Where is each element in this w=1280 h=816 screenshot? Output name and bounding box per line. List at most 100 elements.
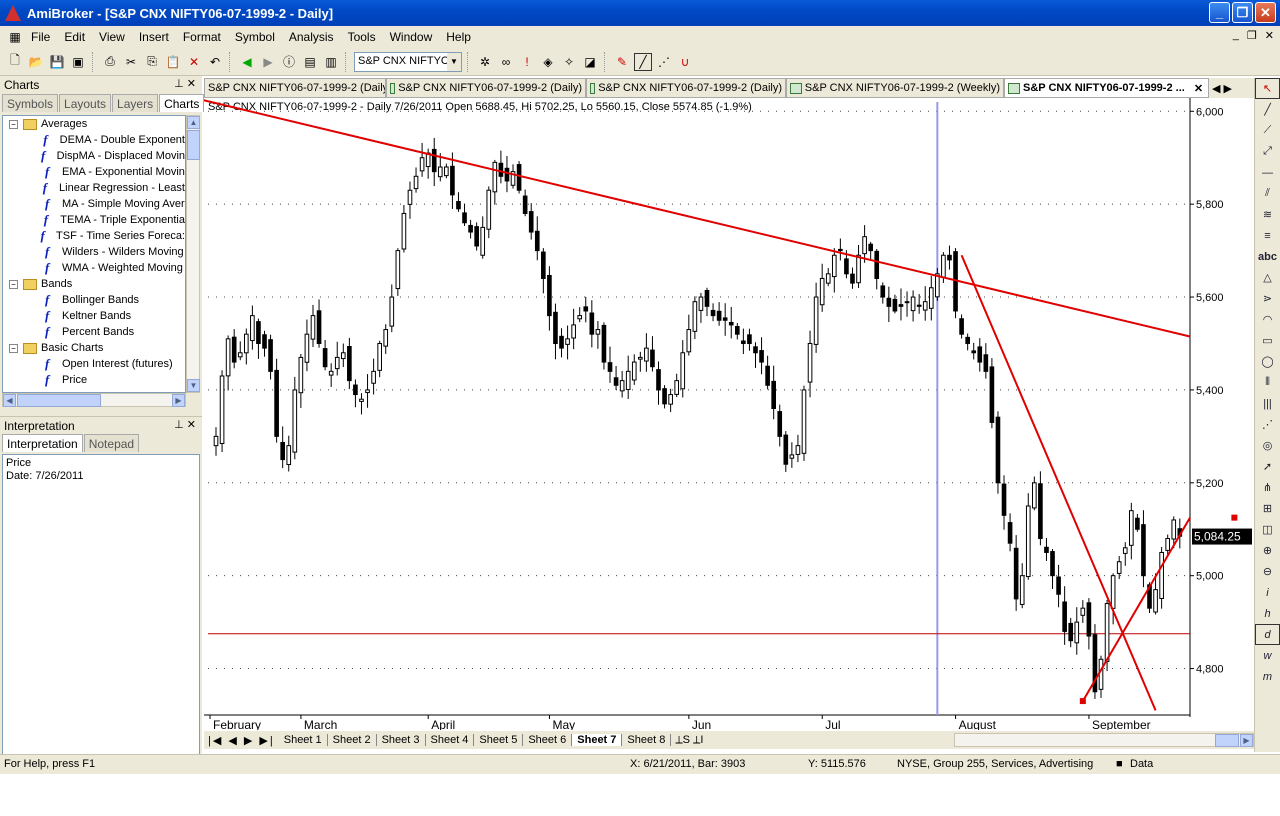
chart-tab[interactable]: S&P CNX NIFTY06-07-1999-2 (Daily) xyxy=(204,78,386,98)
undo-icon[interactable]: ↶ xyxy=(206,53,224,71)
chart-tab[interactable]: S&P CNX NIFTY06-07-1999-2 (Daily) xyxy=(586,78,786,98)
line-icon[interactable]: ╱ xyxy=(1255,99,1280,120)
d-tool-icon[interactable]: d xyxy=(1255,624,1280,645)
line-tool-icon[interactable]: ╱ xyxy=(634,52,652,71)
scroll-up-icon[interactable]: ▲ xyxy=(187,116,200,129)
ellipse-icon[interactable]: ◯ xyxy=(1255,351,1280,372)
tab-layouts[interactable]: Layouts xyxy=(59,94,112,112)
chart-hscroll-thumb[interactable] xyxy=(1215,734,1239,747)
forward-icon[interactable]: ▶ xyxy=(259,53,277,71)
info-icon[interactable]: ⓘ xyxy=(280,53,298,71)
chart-icon[interactable]: ▥ xyxy=(322,53,340,71)
gann-icon[interactable]: ⋰ xyxy=(1255,414,1280,435)
tab-symbols[interactable]: Symbols xyxy=(2,94,59,112)
sheet-tab-active[interactable]: Sheet 7 xyxy=(572,734,623,746)
mdi-restore-button[interactable]: ❐ xyxy=(1247,29,1257,42)
price-chart[interactable]: S&P CNX NIFTY06-07-1999-2 - Daily 7/26/2… xyxy=(204,98,1254,730)
pin-icon[interactable]: ⊥ ✕ xyxy=(174,77,196,90)
sheet-tab[interactable]: Sheet 3 xyxy=(377,734,426,746)
ray-icon[interactable]: ⟋ xyxy=(1255,120,1280,141)
pitchfork-icon[interactable]: ⋔ xyxy=(1255,477,1280,498)
tree-formula-item[interactable]: f Linear Regression - Least xyxy=(3,180,185,196)
tab-charts[interactable]: Charts xyxy=(159,94,205,112)
sheet-tab[interactable]: Sheet 1 xyxy=(279,734,328,746)
sheet-nav-icon[interactable]: |◀ ◀ ▶ ▶| xyxy=(204,734,279,747)
sheet-tab[interactable]: Sheet 5 xyxy=(474,734,524,746)
gear-icon[interactable]: ✲ xyxy=(476,53,494,71)
h-tool-icon[interactable]: h xyxy=(1255,603,1280,624)
cycles-icon[interactable]: ⦀ xyxy=(1255,372,1280,393)
collapse-icon[interactable]: − xyxy=(9,279,18,289)
chart-tab[interactable]: S&P CNX NIFTY06-07-1999-2 (Daily) xyxy=(386,78,586,98)
print-icon[interactable]: ⎙ xyxy=(101,53,119,71)
collapse-icon[interactable]: − xyxy=(9,119,18,129)
tab-scroll-buttons[interactable]: ◀ ▶ xyxy=(1209,78,1254,98)
tree-formula-item[interactable]: f TSF - Time Series Foreca: xyxy=(3,228,185,244)
menu-edit[interactable]: Edit xyxy=(57,30,92,44)
document-icon[interactable]: ▦ xyxy=(6,28,24,46)
color-pen-icon[interactable]: ✎ xyxy=(613,53,631,71)
zoom-in-icon[interactable]: ⊕ xyxy=(1255,540,1280,561)
scroll-left-icon[interactable]: ◀ xyxy=(3,394,16,407)
tree-formula-item[interactable]: f Percent Bands xyxy=(3,324,185,340)
wizard-icon[interactable]: ✧ xyxy=(560,53,578,71)
select-arrow-icon[interactable]: ↖ xyxy=(1255,78,1280,99)
symbol-combo[interactable]: S&P CNX NIFTYC ▼ xyxy=(354,51,462,72)
scroll-thumb[interactable] xyxy=(187,130,200,160)
extended-line-icon[interactable]: ⤢ xyxy=(1255,141,1280,162)
triangle-icon[interactable]: △ xyxy=(1255,267,1280,288)
channel-icon[interactable]: ⫽ xyxy=(1255,183,1280,204)
menu-tools[interactable]: Tools xyxy=(341,30,383,44)
sheet-tab[interactable]: Sheet 8 xyxy=(622,734,672,746)
regression-icon[interactable]: ◫ xyxy=(1255,519,1280,540)
cut-icon[interactable]: ✂ xyxy=(122,53,140,71)
optimize-icon[interactable]: ◪ xyxy=(581,53,599,71)
tree-formula-item[interactable]: f EMA - Exponential Movin xyxy=(3,164,185,180)
tree-folder[interactable]: − Bands xyxy=(3,276,185,292)
paste-icon[interactable]: 📋 xyxy=(164,53,182,71)
rectangle-icon[interactable]: ▭ xyxy=(1255,330,1280,351)
w-tool-icon[interactable]: w xyxy=(1255,645,1280,666)
glasses-icon[interactable]: ∞ xyxy=(497,53,515,71)
menu-format[interactable]: Format xyxy=(176,30,228,44)
scroll-right-icon[interactable]: ▶ xyxy=(1240,734,1253,747)
text-icon[interactable]: abc xyxy=(1255,246,1280,267)
menu-symbol[interactable]: Symbol xyxy=(228,30,282,44)
mdi-minimize-button[interactable]: _ xyxy=(1233,29,1239,42)
quote-icon[interactable]: ▤ xyxy=(301,53,319,71)
scan-icon[interactable]: ◈ xyxy=(539,53,557,71)
tree-formula-item[interactable]: f MA - Simple Moving Aver xyxy=(3,196,185,212)
tree-formula-item[interactable]: f Bollinger Bands xyxy=(3,292,185,308)
tree-formula-item[interactable]: f Open Interest (futures) xyxy=(3,356,185,372)
tab-notepad[interactable]: Notepad xyxy=(83,434,140,452)
sheet-extra-icon[interactable]: ⟂S ⟂I xyxy=(671,734,707,747)
fibonacci-icon[interactable]: ≡ xyxy=(1255,225,1280,246)
tree-vertical-scrollbar[interactable]: ▲ ▼ xyxy=(186,115,200,393)
tree-formula-item[interactable]: f DEMA - Double Exponent xyxy=(3,132,185,148)
horizontal-line-icon[interactable]: — xyxy=(1255,162,1280,183)
minimize-button[interactable]: _ xyxy=(1209,2,1230,23)
chart-tab-active[interactable]: S&P CNX NIFTY06-07-1999-2 ... ✕ xyxy=(1004,78,1209,98)
scroll-right-icon[interactable]: ▶ xyxy=(172,394,185,407)
magnet-icon[interactable]: ∪ xyxy=(676,53,694,71)
open-icon[interactable]: 📂 xyxy=(27,53,45,71)
close-tab-icon[interactable]: ✕ xyxy=(1194,82,1203,95)
m-tool-icon[interactable]: m xyxy=(1255,666,1280,687)
arc-icon[interactable]: ◠ xyxy=(1255,309,1280,330)
dotted-line-icon[interactable]: ⋰ xyxy=(655,53,673,71)
sheet-tab[interactable]: Sheet 6 xyxy=(523,734,573,746)
back-icon[interactable]: ◀ xyxy=(238,53,256,71)
new-icon[interactable]: 🗋 xyxy=(6,53,24,71)
tree-folder[interactable]: − Averages xyxy=(3,116,185,132)
mdi-close-button[interactable]: ✕ xyxy=(1265,29,1274,42)
save-icon[interactable]: 💾 xyxy=(48,53,66,71)
parallel-lines-icon[interactable]: ≋ xyxy=(1255,204,1280,225)
chart-tab[interactable]: S&P CNX NIFTY06-07-1999-2 (Weekly) xyxy=(786,78,1004,98)
timezones-icon[interactable]: ||| xyxy=(1255,393,1280,414)
tree-formula-item[interactable]: f Wilders - Wilders Moving xyxy=(3,244,185,260)
restore-button[interactable]: ❐ xyxy=(1232,2,1253,23)
delete-icon[interactable]: ✕ xyxy=(185,53,203,71)
collapse-icon[interactable]: − xyxy=(9,343,18,353)
tree-horizontal-scrollbar[interactable]: ◀ ▶ xyxy=(2,393,186,407)
sheet-tab[interactable]: Sheet 2 xyxy=(328,734,377,746)
